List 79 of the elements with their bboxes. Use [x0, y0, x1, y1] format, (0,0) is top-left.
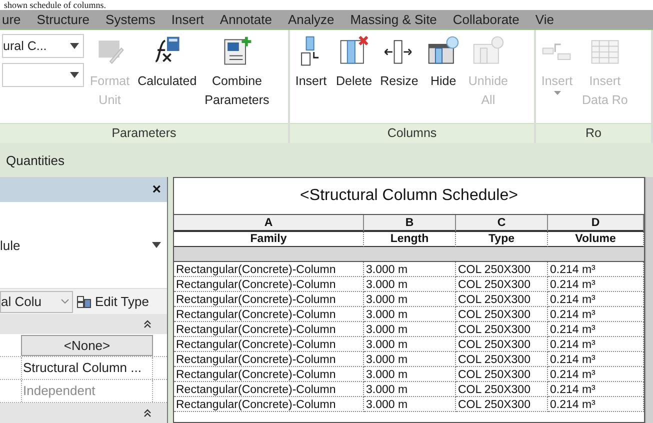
table-cell: Rectangular(Concrete)-Column	[174, 307, 364, 322]
table-cell: 0.214 m³	[548, 277, 644, 292]
table-cell: 0.214 m³	[548, 397, 644, 412]
property-value[interactable]: Structural Column ...	[21, 357, 153, 380]
table-cell: 0.214 m³	[548, 352, 644, 367]
ribbon-tab[interactable]: Vie	[525, 10, 560, 30]
dropdown-caret-icon	[70, 43, 79, 49]
ribbon-tab[interactable]: Analyze	[278, 10, 340, 30]
ribbon-button[interactable]: Resize	[378, 34, 420, 91]
table-cell: 3.000 m	[364, 292, 456, 307]
table-cell: 0.214 m³	[548, 262, 644, 277]
table-cell: COL 250X300	[456, 382, 548, 397]
ribbon-button[interactable]: Combine Parameters	[202, 34, 272, 110]
table-cell: Rectangular(Concrete)-Column	[174, 337, 364, 352]
table-cell: 3.000 m	[364, 367, 456, 382]
table-cell: COL 250X300	[456, 277, 548, 292]
caption-text: shown schedule of columns.	[3, 0, 107, 10]
column-letter[interactable]: C	[456, 215, 548, 232]
chevron-icon	[61, 299, 69, 304]
table-cell: 3.000 m	[364, 322, 456, 337]
panel-label: Parameters	[0, 123, 288, 143]
dropdown-caret-icon	[152, 242, 161, 248]
table-cell: Rectangular(Concrete)-Column	[174, 277, 364, 292]
table-cell: COL 250X300	[456, 367, 548, 382]
table-cell: Rectangular(Concrete)-Column	[174, 367, 364, 382]
table-cell: 0.214 m³	[548, 382, 644, 397]
column-letter[interactable]: D	[548, 215, 644, 232]
dropdown-caret-icon	[70, 72, 79, 78]
edit-type-icon	[77, 296, 91, 308]
table-cell: COL 250X300	[456, 262, 548, 277]
table-cell: COL 250X300	[456, 307, 548, 322]
table-cell: 3.000 m	[364, 382, 456, 397]
table-cell: COL 250X300	[456, 337, 548, 352]
ribbon-tab[interactable]: ure	[0, 10, 27, 30]
table-cell: 3.000 m	[364, 352, 456, 367]
ribbon-tab[interactable]: Massing & Site	[340, 10, 443, 30]
table-cell: 3.000 m	[364, 337, 456, 352]
table-cell: COL 250X300	[456, 397, 548, 412]
collapse-icon[interactable]	[144, 320, 151, 328]
view-title: Quantities	[6, 152, 65, 168]
ribbon-button[interactable]: Delete	[334, 34, 374, 91]
table-cell: 3.000 m	[364, 397, 456, 412]
ribbon-tab[interactable]: Structure	[26, 10, 96, 30]
table-cell: COL 250X300	[456, 292, 548, 307]
table-cell: 3.000 m	[364, 262, 456, 277]
table-cell: Rectangular(Concrete)-Column	[174, 397, 364, 412]
table-cell: Rectangular(Concrete)-Column	[174, 322, 364, 337]
table-cell: 3.000 m	[364, 277, 456, 292]
close-icon[interactable]: ×	[152, 180, 161, 198]
ribbon-button[interactable]: Hide	[424, 34, 462, 91]
column-letter[interactable]: A	[174, 215, 364, 232]
ribbon-button[interactable]: Insert	[292, 34, 330, 91]
caret-icon	[554, 91, 560, 95]
panel-label: Columns	[290, 123, 534, 143]
table-cell: COL 250X300	[456, 352, 548, 367]
table-cell: 0.214 m³	[548, 337, 644, 352]
ribbon-tab[interactable]: Systems	[96, 10, 162, 30]
edit-type-button[interactable]: Edit Type	[77, 294, 149, 310]
table-cell: 0.214 m³	[548, 292, 644, 307]
panel-label: Ro	[536, 123, 651, 143]
table-cell: 0.214 m³	[548, 322, 644, 337]
collapse-icon[interactable]	[144, 409, 151, 418]
column-letter[interactable]: B	[364, 215, 456, 232]
property-value-button[interactable]: <None>	[21, 335, 153, 356]
table-cell: 0.214 m³	[548, 307, 644, 322]
ribbon-tab[interactable]: Annotate	[210, 10, 278, 30]
table-cell: COL 250X300	[456, 322, 548, 337]
table-cell: 0.214 m³	[548, 367, 644, 382]
family-dropdown[interactable]: ural C...	[2, 34, 84, 58]
table-cell: Rectangular(Concrete)-Column	[174, 382, 364, 397]
type-value: lule	[0, 238, 20, 253]
table-cell: Rectangular(Concrete)-Column	[174, 292, 364, 307]
type-selector[interactable]: al Colu	[0, 290, 73, 313]
table-cell: Rectangular(Concrete)-Column	[174, 352, 364, 367]
table-cell: 3.000 m	[364, 307, 456, 322]
table-cell: Rectangular(Concrete)-Column	[174, 262, 364, 277]
ribbon-tab[interactable]: Insert	[161, 10, 210, 30]
ribbon-tab[interactable]: Collaborate	[442, 10, 526, 30]
ribbon-button[interactable]: Calculated	[136, 34, 199, 91]
